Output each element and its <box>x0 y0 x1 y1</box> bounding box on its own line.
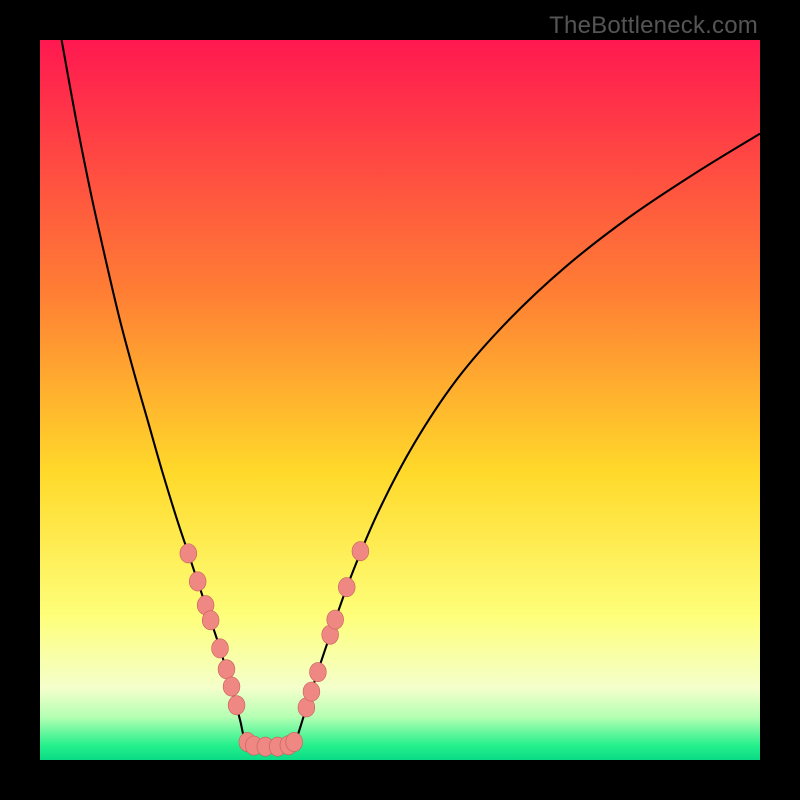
data-marker <box>202 611 219 630</box>
data-marker <box>327 610 344 629</box>
data-marker <box>338 578 355 597</box>
data-marker <box>180 544 197 563</box>
plot-area <box>40 40 760 760</box>
data-marker <box>223 677 240 696</box>
data-marker <box>303 682 320 701</box>
curve-layer <box>40 40 760 760</box>
chart-frame: TheBottleneck.com <box>0 0 800 800</box>
v-curve <box>62 40 760 747</box>
marker-group <box>180 542 369 757</box>
data-marker <box>212 639 229 658</box>
data-marker <box>218 660 235 679</box>
data-marker <box>352 542 369 561</box>
data-marker <box>189 572 206 591</box>
watermark-text: TheBottleneck.com <box>549 12 758 40</box>
data-marker <box>228 696 245 715</box>
data-marker <box>286 732 303 751</box>
data-marker <box>310 663 327 682</box>
